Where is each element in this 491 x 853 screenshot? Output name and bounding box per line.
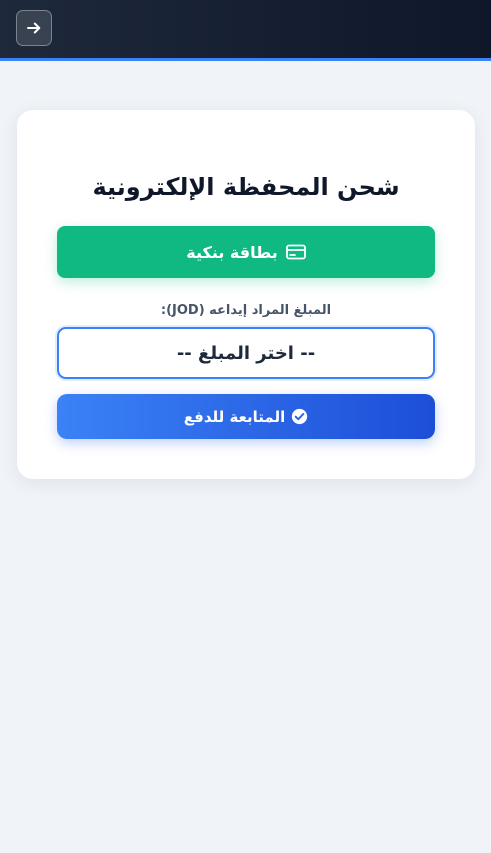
- back-button[interactable]: [16, 10, 52, 46]
- continue-button-label: المتابعة للدفع: [183, 407, 286, 426]
- bank-card-button-label: بطاقة بنكية: [186, 242, 278, 262]
- bank-card-button[interactable]: بطاقة بنكية: [57, 226, 435, 278]
- check-circle-icon: [291, 408, 308, 425]
- top-header: [0, 0, 491, 61]
- page-title: شحن المحفظة الإلكترونية: [92, 173, 400, 201]
- arrow-right-icon: [25, 19, 43, 37]
- wallet-topup-card: شحن المحفظة الإلكترونية بطاقة بنكية المب…: [17, 110, 475, 479]
- continue-to-payment-button[interactable]: المتابعة للدفع: [57, 394, 435, 439]
- amount-select-value: -- اختر المبلغ --: [176, 342, 316, 364]
- amount-select[interactable]: -- اختر المبلغ --: [57, 327, 435, 379]
- amount-label: المبلغ المراد إيداعه (JOD):: [160, 303, 332, 318]
- credit-card-icon: [285, 244, 306, 260]
